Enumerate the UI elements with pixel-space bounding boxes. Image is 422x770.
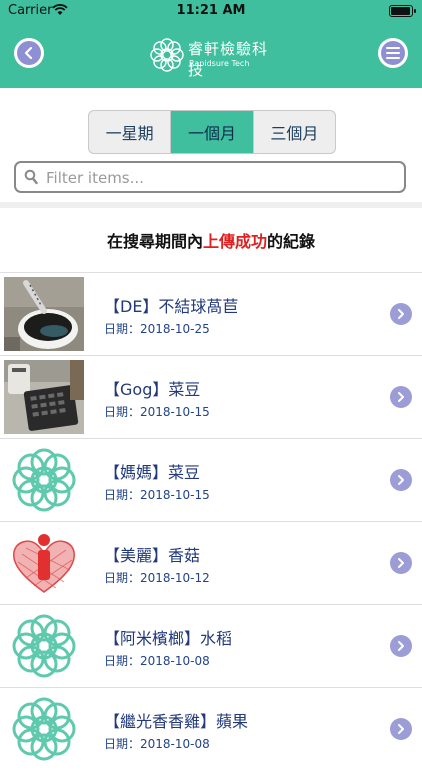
period-segmented-control: 一星期 一個月 三個月: [88, 110, 336, 154]
headline-prefix: 在搜尋期間內: [106, 232, 203, 251]
records-list: 【DE】不結球萵苣 日期：2018-10-25 【Gog】菜豆 日期：2018-…: [0, 272, 422, 770]
record-row[interactable]: 【DE】不結球萵苣 日期：2018-10-25: [0, 272, 422, 355]
record-row[interactable]: 【阿米檳榔】水稻 日期：2018-10-08: [0, 604, 422, 687]
menu-button[interactable]: [378, 38, 408, 68]
coffee-photo-thumbnail: [4, 277, 84, 351]
section-divider: [0, 202, 422, 208]
headline-highlight: 上傳成功: [202, 232, 267, 251]
chevron-right-icon[interactable]: [390, 552, 412, 574]
headline-suffix: 的紀錄: [267, 232, 316, 251]
record-title: 【繼光香香雞】蘋果: [104, 712, 249, 731]
brand-logo: 睿軒檢驗科技 Rapidsure Tech: [148, 30, 278, 80]
logo-emblem-icon: [150, 38, 184, 72]
chevron-right-icon[interactable]: [390, 635, 412, 657]
logo-pattern-thumbnail: [4, 609, 84, 683]
chevron-right-icon[interactable]: [390, 469, 412, 491]
record-title: 【DE】不結球萵苣: [104, 297, 239, 316]
record-date: 日期：2018-10-15: [104, 488, 210, 502]
status-time: 11:21 AM: [176, 3, 246, 18]
chevron-left-icon: [24, 47, 33, 59]
record-date: 日期：2018-10-12: [104, 571, 210, 585]
logo-pattern-thumbnail: [4, 443, 84, 517]
status-bar: Carrier 11:21 AM: [0, 0, 422, 22]
record-date: 日期：2018-10-25: [104, 322, 210, 336]
battery-icon: [389, 5, 416, 17]
chevron-right-icon[interactable]: [390, 718, 412, 740]
record-date: 日期：2018-10-08: [104, 654, 210, 668]
tab-one-month[interactable]: 一個月: [171, 111, 254, 153]
search-icon: [24, 169, 38, 189]
record-row[interactable]: 【媽媽】菜豆 日期：2018-10-15: [0, 438, 422, 521]
brand-name-en: Rapidsure Tech: [189, 59, 250, 68]
record-row[interactable]: 【美麗】香菇 日期：2018-10-12: [0, 521, 422, 604]
hamburger-menu-icon: [386, 47, 400, 59]
search-input[interactable]: [44, 166, 398, 190]
back-button[interactable]: [14, 38, 44, 68]
tab-one-week[interactable]: 一星期: [89, 111, 172, 153]
logo-pattern-thumbnail: [4, 692, 84, 766]
search-box: [14, 161, 406, 193]
record-row[interactable]: 【繼光香香雞】蘋果 日期：2018-10-08: [0, 687, 422, 770]
chevron-right-icon[interactable]: [390, 303, 412, 325]
nav-bar: 睿軒檢驗科技 Rapidsure Tech: [0, 22, 422, 88]
records-headline: 在搜尋期間內上傳成功的紀錄: [0, 228, 422, 252]
record-date: 日期：2018-10-08: [104, 737, 210, 751]
record-title: 【阿米檳榔】水稻: [104, 629, 233, 648]
record-date: 日期：2018-10-15: [104, 405, 210, 419]
calculator-photo-thumbnail: [4, 360, 84, 434]
heart-info-thumbnail: [4, 526, 84, 600]
chevron-right-icon[interactable]: [390, 386, 412, 408]
record-title: 【媽媽】菜豆: [104, 463, 201, 482]
record-title: 【美麗】香菇: [104, 546, 201, 565]
tab-three-months[interactable]: 三個月: [254, 111, 335, 153]
record-title: 【Gog】菜豆: [104, 380, 201, 399]
record-row[interactable]: 【Gog】菜豆 日期：2018-10-15: [0, 355, 422, 438]
